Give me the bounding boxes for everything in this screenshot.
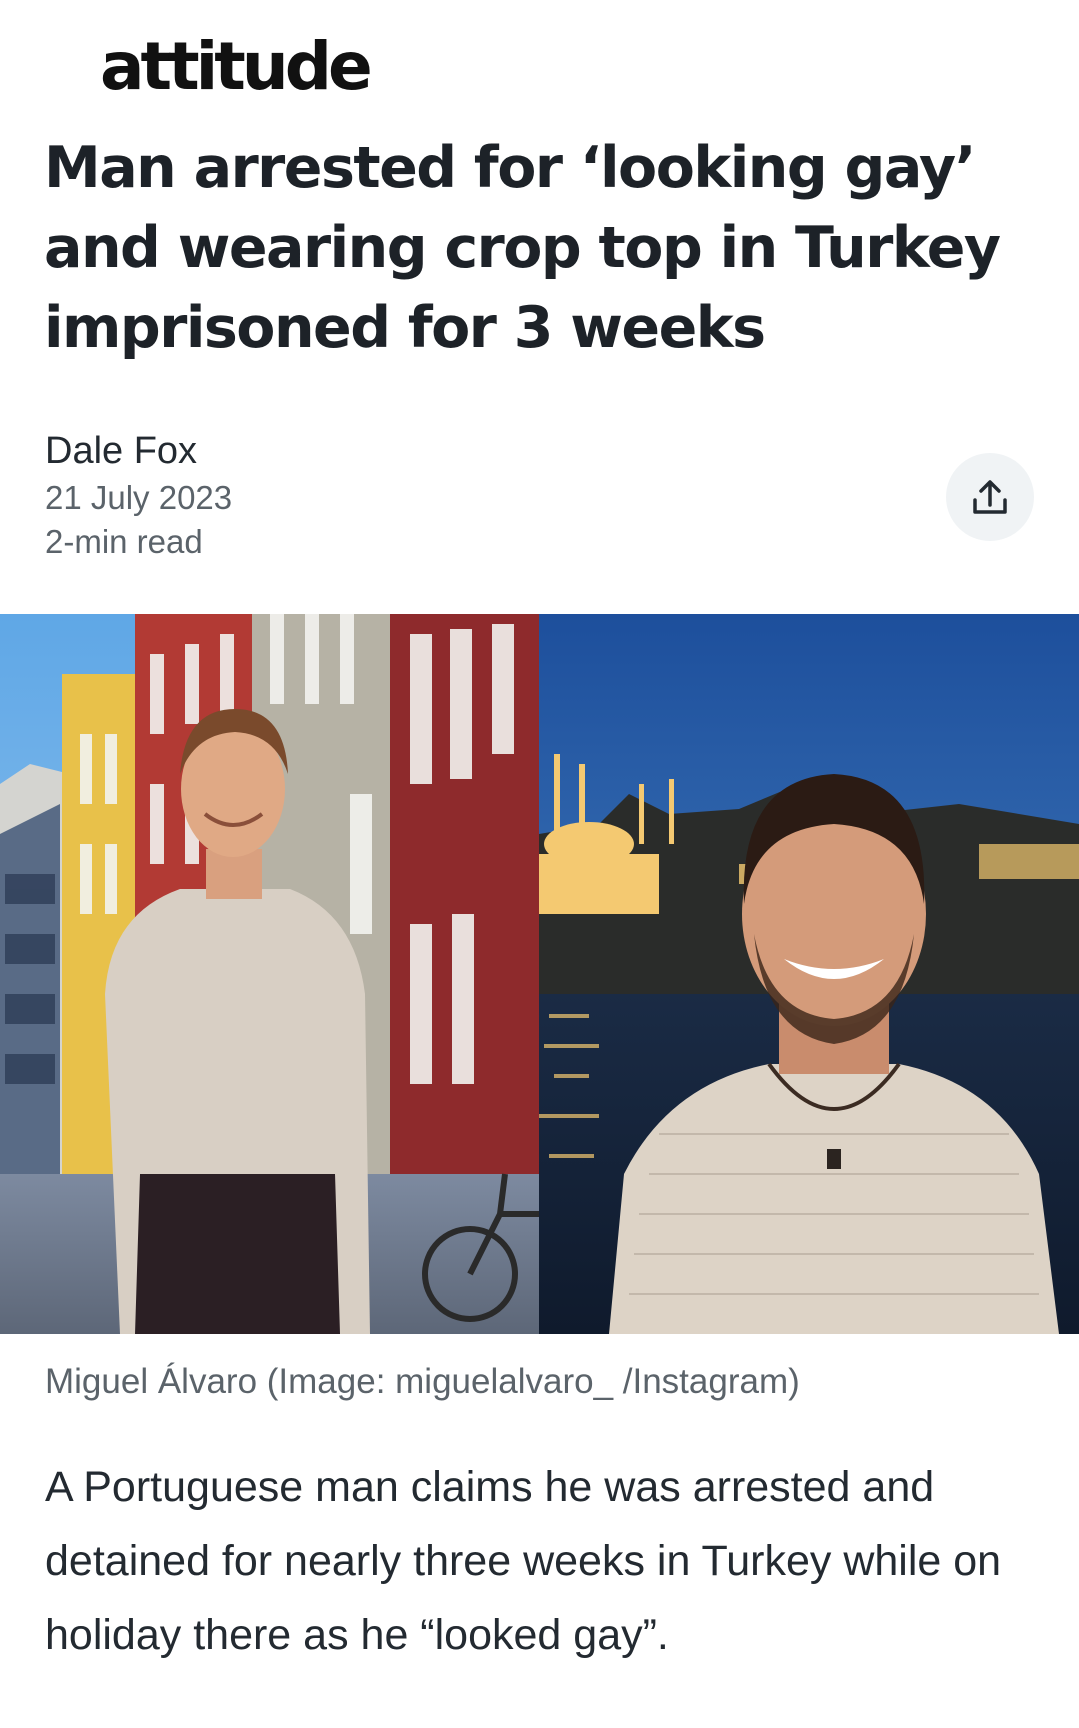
article-headline: Man arrested for ‘looking gay’ and weari… — [44, 135, 1001, 361]
photo-street-portrait — [0, 614, 539, 1334]
publisher-logo[interactable]: attitude — [100, 34, 373, 100]
read-time: 2-min read — [45, 523, 203, 560]
byline: Dale Fox 21 July 2023 2-min read — [45, 426, 232, 564]
author-name[interactable]: Dale Fox — [45, 426, 232, 476]
share-button[interactable] — [946, 453, 1034, 541]
image-caption: Miguel Álvaro (Image: miguelalvaro_ /Ins… — [45, 1362, 800, 1401]
article-body-paragraph: A Portuguese man claims he was arrested … — [45, 1463, 1002, 1659]
photo-waterfront-portrait — [539, 614, 1079, 1334]
share-upload-icon — [973, 480, 1007, 514]
publish-date: 21 July 2023 — [45, 479, 233, 516]
article-hero-image — [0, 614, 1079, 1334]
